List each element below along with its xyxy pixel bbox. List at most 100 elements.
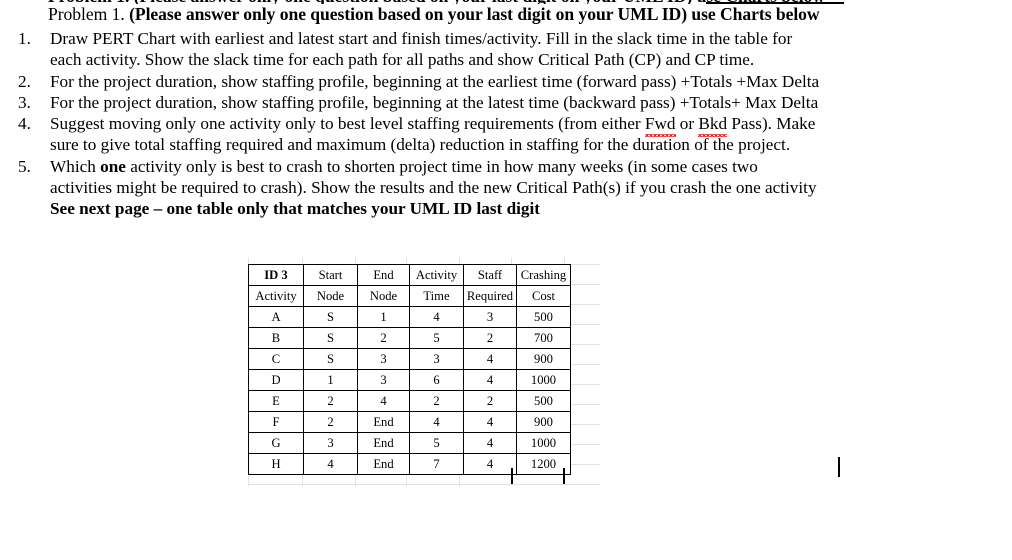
table-cell: 4 <box>409 411 464 433</box>
table-cell: 4 <box>463 369 517 391</box>
table-cell: H <box>248 453 304 475</box>
list-item-text: Which <box>50 156 101 176</box>
table-cell: 1 <box>303 369 358 391</box>
list-item: 1. Draw PERT Chart with earliest and lat… <box>14 28 1002 71</box>
table-header-cell: Time <box>409 285 464 307</box>
table-cell: 4 <box>463 453 517 475</box>
list-item-line: For the project duration, show staffing … <box>50 71 820 91</box>
table-cell: End <box>357 411 410 433</box>
table-cell: 3 <box>463 306 517 328</box>
table-cell: 6 <box>409 369 464 391</box>
table-cell: End <box>357 453 410 475</box>
table-cell: 3 <box>409 348 464 370</box>
table-header-cell: Crashing <box>516 264 571 286</box>
table-row: G 3 End 5 4 1000 <box>248 432 571 454</box>
table-cell: 4 <box>303 453 358 475</box>
table-cell: E <box>248 390 304 412</box>
list-item-body: For the project duration, show staffing … <box>50 92 1002 113</box>
table-cell: D <box>248 369 304 391</box>
table-cell: S <box>303 327 358 349</box>
list-item-body: Which one activity only is best to crash… <box>50 156 1002 220</box>
spellcheck-word-fwd: Fwd <box>644 114 676 138</box>
table-header-cell: Activity <box>409 264 464 286</box>
table-cell: 2 <box>463 390 517 412</box>
task-list: 1. Draw PERT Chart with earliest and lat… <box>14 28 1002 220</box>
list-item-number: 4. <box>18 114 31 134</box>
list-item: 5. Which one activity only is best to cr… <box>14 156 1002 220</box>
list-item-text: or <box>675 114 699 134</box>
table-cell: 4 <box>463 432 517 454</box>
table-cell: 4 <box>463 411 517 433</box>
list-item: 3. For the project duration, show staffi… <box>14 92 1002 113</box>
table-row: B S 2 5 2 700 <box>248 327 571 349</box>
list-item-number: 2. <box>18 71 31 91</box>
table-cell: S <box>303 348 358 370</box>
table-cell: 3 <box>357 348 410 370</box>
table-row: D 1 3 6 4 1000 <box>248 369 571 391</box>
list-item-body: Suggest moving only one activity only to… <box>50 113 1002 156</box>
table-row: C S 3 3 4 900 <box>248 348 571 370</box>
table-row: F 2 End 4 4 900 <box>248 411 571 433</box>
table-cell: 900 <box>516 411 571 433</box>
page-title-prefix: Problem 1. <box>48 4 130 24</box>
table-cell: 2 <box>303 411 358 433</box>
table-cell: 7 <box>409 453 464 475</box>
list-item-line: sure to give total staffing required and… <box>50 135 791 155</box>
table-header-row-2: Activity Node Node Time Required Cost <box>248 285 571 307</box>
activity-table: ID 3 Start End Activity Staff Crashing A… <box>248 264 571 475</box>
list-item-line: each activity. Show the slack time for e… <box>50 50 755 70</box>
table-header-cell: Required <box>463 285 517 307</box>
page-title: Problem 1. (Please answer only one quest… <box>48 4 820 25</box>
emphasis-one: one <box>100 156 126 176</box>
table-cell: 5 <box>409 432 464 454</box>
list-item: 4. Suggest moving only one activity only… <box>14 113 1002 156</box>
list-item-line: Suggest moving only one activity only to… <box>50 113 1002 138</box>
list-item-number: 3. <box>18 92 31 112</box>
table-cell: C <box>248 348 304 370</box>
table-cell: A <box>248 306 304 328</box>
table-cell: S <box>303 306 358 328</box>
table-cell: F <box>248 411 304 433</box>
table-right-rule-extension <box>563 468 565 484</box>
table-cell: 4 <box>357 390 410 412</box>
list-item: 2. For the project duration, show staffi… <box>14 71 1002 92</box>
table-cell: 500 <box>516 390 571 412</box>
table-header-cell: Start <box>303 264 358 286</box>
table-cell: End <box>357 432 410 454</box>
table-cell: G <box>248 432 304 454</box>
list-item-text: activity only is best to crash to shorte… <box>125 156 758 176</box>
table-cell: 4 <box>463 348 517 370</box>
table-row: E 2 4 2 2 500 <box>248 390 571 412</box>
list-item-line: For the project duration, show staffing … <box>50 92 819 112</box>
table-cell: 900 <box>516 348 571 370</box>
table-cell: 2 <box>409 390 464 412</box>
table-header-row-1: ID 3 Start End Activity Staff Crashing <box>248 264 571 286</box>
list-item-text: Suggest moving only one activity only to… <box>50 114 645 134</box>
list-item-number: 1. <box>18 29 31 48</box>
page-title-bold: (Please answer only one question based o… <box>129 4 820 24</box>
table-column-rule-extension <box>511 468 513 484</box>
activity-table-body: ID 3 Start End Activity Staff Crashing A… <box>248 264 571 475</box>
table-cell: 1000 <box>516 369 571 391</box>
table-cell: B <box>248 327 304 349</box>
list-item-text: Pass). Make <box>727 114 816 134</box>
table-cell: 4 <box>409 306 464 328</box>
table-header-cell: Activity <box>248 285 304 307</box>
table-cell: 5 <box>409 327 464 349</box>
text-cursor-caret <box>838 457 840 477</box>
table-cell: 2 <box>357 327 410 349</box>
table-cell: 700 <box>516 327 571 349</box>
table-header-cell: ID 3 <box>248 264 304 286</box>
table-header-cell: Cost <box>516 285 571 307</box>
table-cell: 2 <box>463 327 517 349</box>
table-cell: 2 <box>303 390 358 412</box>
table-header-cell: Node <box>303 285 358 307</box>
see-next-page-note: See next page – one table only that matc… <box>50 199 540 219</box>
list-item-line: activities might be required to crash). … <box>50 178 817 198</box>
table-cell: 3 <box>303 432 358 454</box>
table-header-cell: End <box>357 264 410 286</box>
table-header-cell: Staff <box>463 264 517 286</box>
table-cell: 3 <box>357 369 410 391</box>
table-row: A S 1 4 3 500 <box>248 306 571 328</box>
table-header-cell: Node <box>357 285 410 307</box>
